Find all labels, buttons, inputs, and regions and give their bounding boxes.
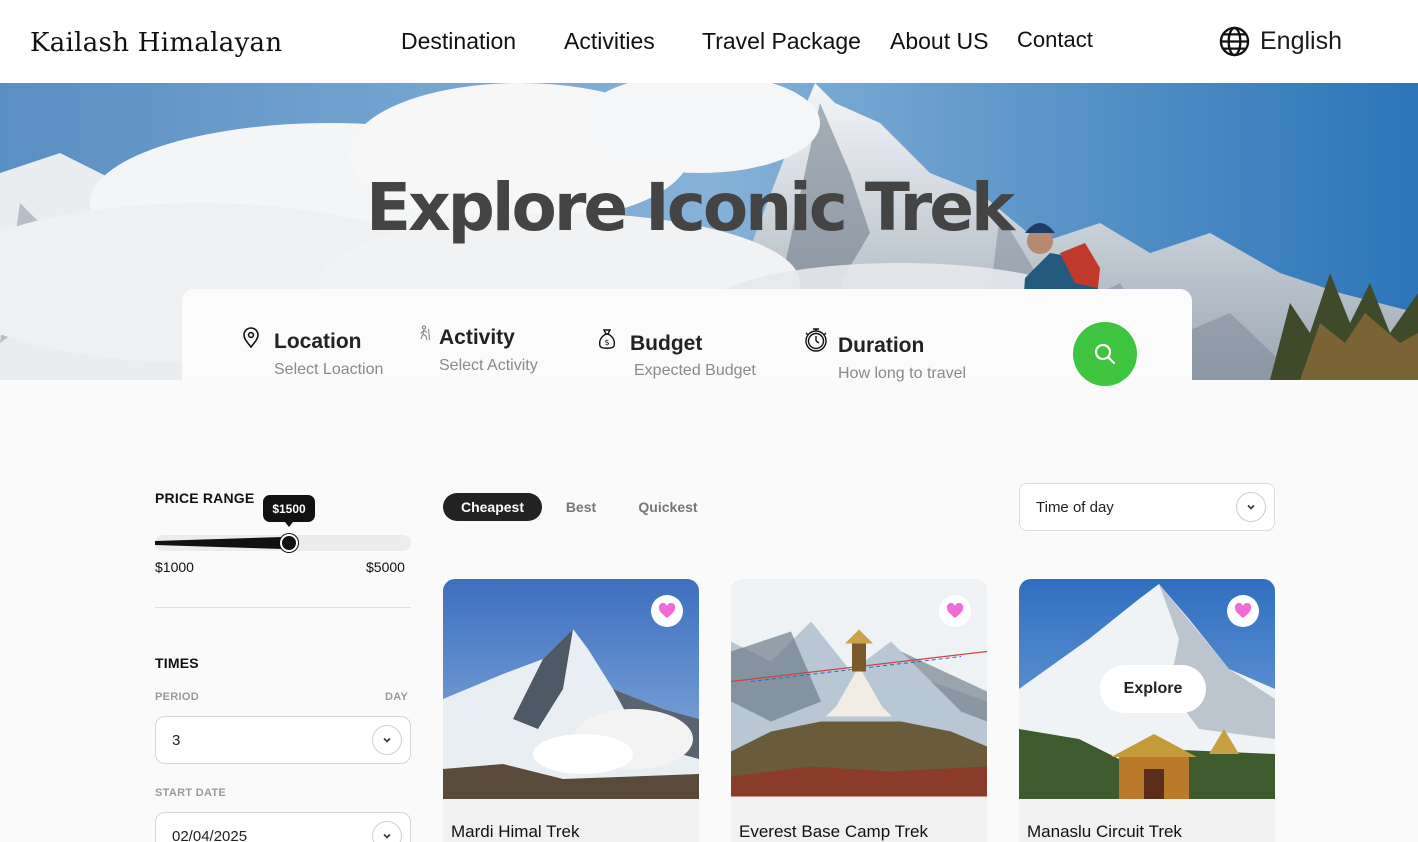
- budget-placeholder[interactable]: Expected Budget: [634, 362, 756, 380]
- heart-icon: [946, 603, 964, 618]
- price-slider-selected-range: [155, 537, 283, 549]
- price-min-label: $1000: [155, 559, 194, 575]
- favorite-button[interactable]: [1227, 595, 1259, 627]
- price-range-title: PRICE RANGE: [155, 490, 255, 506]
- period-label: PERIOD: [155, 691, 199, 703]
- trek-card-mardi-himal[interactable]: Mardi Himal Trek: [443, 579, 699, 842]
- heart-icon: [1234, 603, 1252, 618]
- chevron-down-icon: [1247, 504, 1255, 510]
- activity-placeholder[interactable]: Select Activity: [439, 357, 538, 375]
- brand-logo[interactable]: Kailash Himalayan: [30, 28, 282, 58]
- tab-cheapest[interactable]: Cheapest: [443, 493, 542, 521]
- price-tooltip: $1500: [263, 495, 315, 527]
- start-date-value: 02/04/2025: [172, 828, 248, 842]
- nav-activities[interactable]: Activities: [564, 28, 655, 55]
- trek-search-bar: Location Select Loaction Activity Select…: [182, 289, 1192, 383]
- nav-about-us[interactable]: About US: [890, 28, 988, 55]
- trek-name: Manaslu Circuit Trek: [1027, 822, 1182, 841]
- start-date-label: START DATE: [155, 787, 227, 799]
- svg-text:$: $: [604, 338, 609, 347]
- time-of-day-dropdown-toggle[interactable]: [1236, 492, 1266, 522]
- budget-label: Budget: [630, 332, 703, 355]
- money-bag-icon: $: [598, 329, 616, 349]
- chevron-down-icon: [383, 833, 391, 839]
- search-icon: [1094, 343, 1116, 365]
- trek-card-everest-base-camp[interactable]: Everest Base Camp Trek: [731, 579, 987, 842]
- duration-label: Duration: [838, 334, 925, 357]
- tab-quickest[interactable]: Quickest: [628, 493, 708, 521]
- page: Kailash Himalayan Destination Activities…: [0, 0, 1418, 842]
- trek-name: Everest Base Camp Trek: [739, 822, 928, 841]
- location-placeholder[interactable]: Select Loaction: [274, 361, 383, 379]
- favorite-button[interactable]: [651, 595, 683, 627]
- start-date-dropdown-toggle[interactable]: [372, 821, 402, 842]
- hero-title: Explore Iconic Trek: [366, 169, 1015, 246]
- search-button[interactable]: [1073, 322, 1137, 386]
- globe-icon: [1219, 26, 1250, 57]
- day-label: DAY: [385, 691, 409, 703]
- tab-best[interactable]: Best: [556, 493, 606, 521]
- nav-destination[interactable]: Destination: [401, 28, 516, 55]
- hiker-icon: [420, 325, 431, 341]
- nav-travel-package[interactable]: Travel Package: [702, 28, 861, 55]
- map-pin-icon: [243, 327, 259, 349]
- language-selector[interactable]: English: [1219, 26, 1342, 57]
- price-max-label: $5000: [366, 559, 405, 575]
- stopwatch-icon: [805, 328, 827, 352]
- time-of-day-select[interactable]: Time of day: [1019, 483, 1275, 531]
- period-value: 3: [172, 732, 181, 749]
- filter-divider: [155, 607, 411, 608]
- heart-icon: [658, 603, 676, 618]
- chevron-down-icon: [383, 737, 391, 743]
- times-title: TIMES: [155, 655, 199, 671]
- start-date-select[interactable]: 02/04/2025: [155, 812, 411, 842]
- trek-name: Mardi Himal Trek: [451, 822, 580, 841]
- nav-contact[interactable]: Contact: [1017, 27, 1093, 53]
- trek-card-manaslu-circuit[interactable]: Explore Manaslu Circuit Trek: [1019, 579, 1275, 842]
- duration-placeholder[interactable]: How long to travel: [838, 365, 966, 383]
- period-select[interactable]: 3: [155, 716, 411, 764]
- activity-label: Activity: [439, 326, 515, 349]
- price-slider-thumb[interactable]: [280, 534, 298, 552]
- location-label: Location: [274, 330, 362, 353]
- favorite-button[interactable]: [939, 595, 971, 627]
- site-header: Kailash Himalayan Destination Activities…: [0, 0, 1418, 83]
- period-dropdown-toggle[interactable]: [372, 725, 402, 755]
- explore-button[interactable]: Explore: [1100, 665, 1206, 713]
- time-of-day-value: Time of day: [1036, 499, 1114, 516]
- language-label: English: [1260, 27, 1342, 55]
